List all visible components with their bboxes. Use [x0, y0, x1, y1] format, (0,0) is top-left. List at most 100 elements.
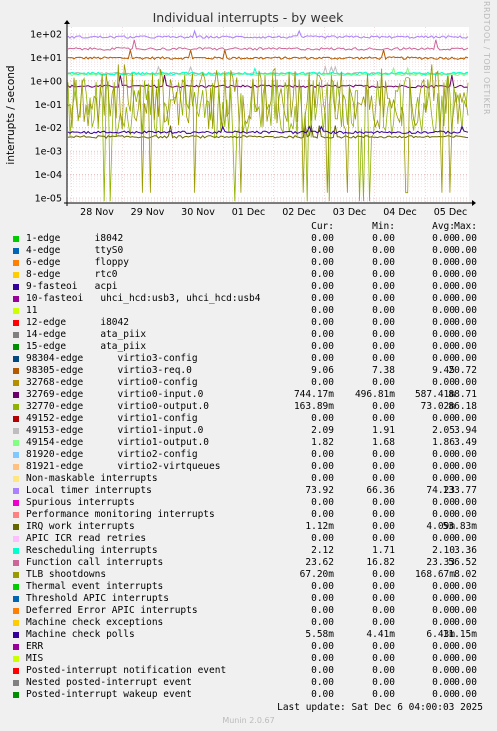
legend-label: Performance monitoring interrupts [26, 509, 215, 520]
chart-title: Individual interrupts - by week [153, 10, 345, 25]
legend-swatch [13, 236, 19, 242]
legend-label: 15-edge ata_piix [26, 341, 147, 352]
legend-value-cur: 0.00 [311, 317, 334, 328]
legend-label: 6-edge floppy [26, 257, 129, 268]
x-tick-label: 05 Dec [434, 207, 468, 218]
munin-version: Munin 2.0.67 [222, 716, 275, 725]
legend-value-max: 8.02 [454, 569, 477, 580]
legend-label: 10-fasteoi uhci_hcd:usb3, uhci_hcd:usb4 [26, 293, 261, 304]
legend-value-max: 86.18 [448, 401, 477, 412]
legend-label: 11 [26, 305, 38, 316]
legend-value-max: 88.71 [448, 389, 477, 400]
legend-value-cur: 0.00 [311, 689, 334, 700]
legend-value-cur: 0.00 [311, 257, 334, 268]
legend-item: 98305-edge virtio3-req.0 9.06 7.38 9.45 20.7… [12, 365, 492, 377]
legend-value-min: 0.00 [372, 509, 395, 520]
legend-value-min: 1.91 [372, 425, 395, 436]
legend-value-cur: 0.00 [311, 617, 334, 628]
legend-swatch [13, 416, 19, 422]
legend-label: 8-edge rtc0 [26, 269, 118, 280]
legend-swatch [13, 284, 19, 290]
legend-value-cur: 0.00 [311, 533, 334, 544]
legend-value-min: 0.00 [372, 641, 395, 652]
legend-item: 49153-edge virtio1-input.0 2.09 1.91 2.05 3.… [12, 425, 492, 437]
legend-item: 12-edge i8042 0.00 0.00 0.00 0.00 [12, 317, 492, 329]
x-tick-label: 04 Dec [383, 207, 417, 218]
legend-value-max: 11.15m [442, 629, 477, 640]
legend-value-max: 0.00 [454, 677, 477, 688]
legend-value-max: 0.00 [454, 377, 477, 388]
legend-label: Rescheduling interrupts [26, 545, 158, 556]
legend-value-cur: 744.17m [293, 389, 334, 400]
legend-item: Performance monitoring interrupts 0.00 0.0… [12, 509, 492, 521]
legend-item: Non-maskable interrupts 0.00 0.00 0.00 0.00 [12, 473, 492, 485]
legend-label: APIC ICR read retries [26, 533, 147, 544]
legend-swatch [13, 620, 19, 626]
legend-swatch [13, 572, 19, 578]
legend-swatch [13, 656, 19, 662]
legend-value-cur: 1.12m [305, 521, 334, 532]
legend-swatch [13, 680, 19, 686]
legend-swatch [13, 356, 19, 362]
legend-item: IRQ work interrupts 1.12m 0.00 4.09m 53.83m [12, 521, 492, 533]
legend-swatch [13, 380, 19, 386]
legend-value-min: 4.41m [366, 629, 395, 640]
legend-value-max: 53.83m [442, 521, 477, 532]
x-ticks: 28 Nov 29 Nov 30 Nov 01 Dec 02 Dec 03 Dec 04 D… [80, 207, 467, 218]
x-tick-label: 28 Nov [80, 207, 114, 218]
legend-swatch [13, 488, 19, 494]
legend-value-min: 0.00 [372, 521, 395, 532]
legend-label: 1-edge i8042 [26, 233, 124, 244]
y-axis-arrow [64, 20, 70, 24]
legend-label: IRQ work interrupts [26, 521, 135, 532]
legend-value-max: 56.52 [448, 557, 477, 568]
legend-value-max: 0.00 [454, 689, 477, 700]
legend-item: 14-edge ata_piix 0.00 0.00 0.00 0.00 [12, 329, 492, 341]
legend-value-max: 0.00 [454, 233, 477, 244]
legend-value-cur: 23.62 [305, 557, 334, 568]
legend-value-cur: 0.00 [311, 581, 334, 592]
legend-label: 14-edge ata_piix [26, 329, 147, 340]
legend-swatch [13, 248, 19, 254]
legend-value-min: 0.00 [372, 341, 395, 352]
legend-value-min: 7.38 [372, 365, 395, 376]
legend-value-min: 0.00 [372, 677, 395, 688]
legend-label: 49154-edge virtio1-output.0 [26, 437, 210, 448]
legend-label: 4-edge ttyS0 [26, 245, 124, 256]
legend-value-max: 0.00 [454, 497, 477, 508]
legend-header: Cur: Min: Avg: Max: [12, 221, 492, 233]
legend-value-min: 0.00 [372, 293, 395, 304]
legend-value-min: 0.00 [372, 269, 395, 280]
legend-swatch [13, 500, 19, 506]
legend-value-min: 0.00 [372, 245, 395, 256]
legend-label: 49152-edge virtio1-config [26, 413, 198, 424]
y-tick-label: 1e-01 [35, 100, 62, 111]
legend-label: Thermal event interrupts [26, 581, 164, 592]
legend-item: Local timer interrupts 73.92 66.36 74.23 133… [12, 485, 492, 497]
legend-value-min: 0.00 [372, 569, 395, 580]
legend-value-min: 0.00 [372, 605, 395, 616]
legend-value-max: 0.00 [454, 413, 477, 424]
legend-item: Function call interrupts 23.62 16.82 23.33 5… [12, 557, 492, 569]
legend-value-min: 0.00 [372, 281, 395, 292]
legend-label: 32769-edge virtio0-input.0 [26, 389, 204, 400]
legend-swatch [13, 536, 19, 542]
y-axis-label: interrupts / second [5, 65, 17, 164]
col-min-header: Min: [372, 221, 395, 232]
legend-label: ERR [26, 641, 44, 652]
legend-value-cur: 0.00 [311, 461, 334, 472]
legend-value-cur: 0.00 [311, 293, 334, 304]
legend-label: 98304-edge virtio3-config [26, 353, 198, 364]
legend-value-min: 1.68 [372, 437, 395, 448]
legend-value-max: 0.00 [454, 257, 477, 268]
legend-value-max: 0.00 [454, 281, 477, 292]
legend-swatch [13, 320, 19, 326]
col-max-header: Max: [454, 221, 477, 232]
legend-label: Machine check polls [26, 629, 135, 640]
last-update: Last update: Sat Dec 6 04:00:03 2025 [277, 702, 483, 713]
legend-value-min: 1.71 [372, 545, 395, 556]
legend-label: 9-fasteoi acpi [26, 281, 118, 292]
legend-value-min: 0.00 [372, 689, 395, 700]
legend-swatch [13, 524, 19, 530]
legend-value-max: 0.00 [454, 353, 477, 364]
